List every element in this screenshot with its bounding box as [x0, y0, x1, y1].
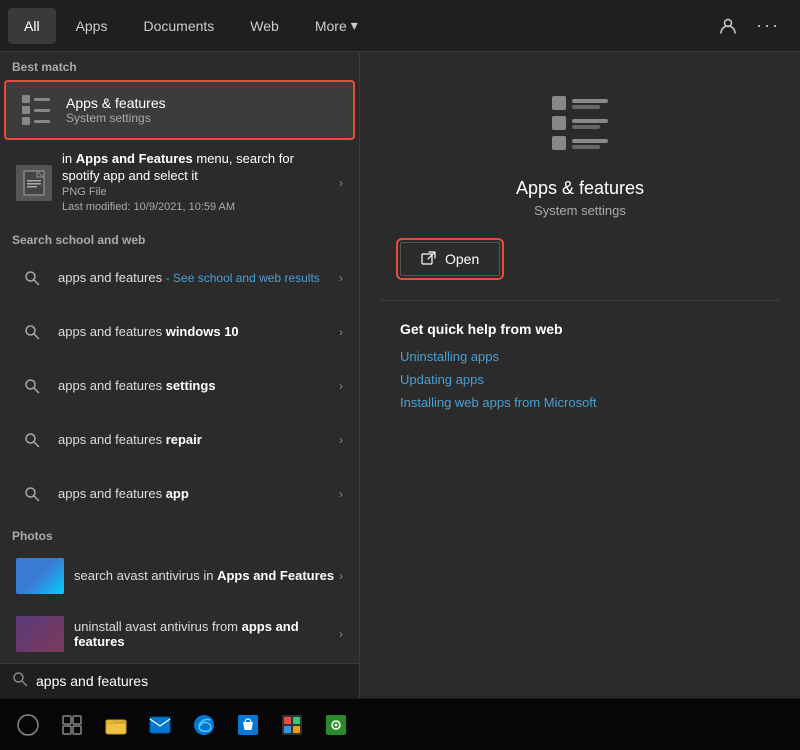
search-result-text-3: apps and features repair [58, 432, 335, 447]
tab-all[interactable]: All [8, 8, 56, 44]
best-match-label: Best match [0, 52, 359, 78]
app-type-large: System settings [534, 203, 626, 218]
chevron-right-icon: › [339, 271, 343, 285]
chevron-down-icon: ▾ [351, 17, 358, 34]
search-bar-icon [12, 671, 28, 690]
file-result-type: PNG File [62, 185, 335, 200]
open-icon [421, 251, 437, 267]
search-result-text-4: apps and features app [58, 486, 335, 501]
search-result-text-0: apps and features - See school and web r… [58, 270, 335, 285]
search-input[interactable] [36, 673, 347, 689]
user-icon-btn[interactable] [712, 10, 744, 42]
tab-more[interactable]: More ▾ [299, 8, 374, 44]
ellipsis-icon: ··· [756, 15, 780, 36]
chevron-right-icon: › [339, 487, 343, 501]
app-name-large: Apps & features [516, 178, 644, 199]
best-match-subtitle: System settings [66, 111, 166, 125]
best-match-text: Apps & features System settings [66, 95, 166, 125]
search-school-web-label: Search school and web [0, 225, 359, 251]
search-icon [16, 478, 48, 510]
search-icon [16, 370, 48, 402]
quick-help-link-0[interactable]: Uninstalling apps [400, 349, 760, 364]
file-result-modified: Last modified: 10/9/2021, 10:59 AM [62, 200, 335, 215]
taskbar-edge-icon[interactable] [184, 705, 224, 745]
nav-tabs: All Apps Documents Web More ▾ ··· [0, 0, 800, 52]
photos-item-0[interactable]: search avast antivirus in Apps and Featu… [4, 548, 355, 604]
taskbar-store-icon[interactable] [228, 705, 268, 745]
search-icon [16, 262, 48, 294]
taskbar [0, 698, 800, 750]
taskbar-search-icon[interactable] [8, 705, 48, 745]
taskbar-taskview-icon[interactable] [52, 705, 92, 745]
app-icon-large [540, 82, 620, 162]
search-result-text-1: apps and features windows 10 [58, 324, 335, 339]
chevron-right-icon: › [339, 627, 343, 641]
right-panel: Apps & features System settings Open Get… [360, 52, 800, 698]
file-result-title: in Apps and Features menu, search for sp… [62, 151, 335, 185]
quick-help-section: Get quick help from web Uninstalling app… [380, 321, 780, 418]
taskbar-colorpicker-icon[interactable] [272, 705, 312, 745]
chevron-right-icon: › [339, 569, 343, 583]
left-panel: Best match [0, 52, 360, 698]
start-menu: All Apps Documents Web More ▾ ··· [0, 0, 800, 698]
user-icon [719, 17, 737, 35]
photos-text-1: uninstall avast antivirus from apps and … [74, 619, 335, 649]
tab-documents[interactable]: Documents [127, 8, 230, 44]
chevron-right-icon: › [339, 379, 343, 393]
search-icon [16, 316, 48, 348]
search-bar [0, 663, 359, 698]
quick-help-title: Get quick help from web [400, 321, 760, 337]
search-icon [16, 424, 48, 456]
nav-tabs-right: ··· [712, 10, 792, 42]
divider [380, 300, 780, 301]
taskbar-settings-icon[interactable] [316, 705, 356, 745]
search-result-item-4[interactable]: apps and features app › [4, 468, 355, 520]
search-result-item-1[interactable]: apps and features windows 10 › [4, 306, 355, 358]
best-match-item[interactable]: Apps & features System settings [4, 80, 355, 140]
file-result-item[interactable]: in Apps and Features menu, search for sp… [4, 143, 355, 224]
search-result-item-3[interactable]: apps and features repair › [4, 414, 355, 466]
tab-web[interactable]: Web [234, 8, 295, 44]
best-match-title: Apps & features [66, 95, 166, 111]
apps-features-icon [18, 92, 54, 128]
quick-help-link-1[interactable]: Updating apps [400, 372, 760, 387]
taskbar-explorer-icon[interactable] [96, 705, 136, 745]
content-area: Best match [0, 52, 800, 698]
photo-thumbnail-0 [16, 558, 64, 594]
chevron-right-icon: › [339, 176, 343, 190]
photos-text-0: search avast antivirus in Apps and Featu… [74, 568, 335, 583]
photo-thumbnail-1 [16, 616, 64, 652]
more-options-btn[interactable]: ··· [752, 10, 784, 42]
tab-apps[interactable]: Apps [60, 8, 124, 44]
search-result-item-2[interactable]: apps and features settings › [4, 360, 355, 412]
taskbar-mail-icon[interactable] [140, 705, 180, 745]
chevron-right-icon: › [339, 433, 343, 447]
search-result-text-2: apps and features settings [58, 378, 335, 393]
nav-tabs-left: All Apps Documents Web More ▾ [8, 8, 374, 44]
file-icon [16, 165, 52, 201]
search-result-item-0[interactable]: apps and features - See school and web r… [4, 252, 355, 304]
photos-item-1[interactable]: uninstall avast antivirus from apps and … [4, 606, 355, 662]
chevron-right-icon: › [339, 325, 343, 339]
photos-section-label: Photos [0, 521, 359, 547]
open-button[interactable]: Open [400, 242, 500, 276]
open-button-container: Open [380, 242, 780, 276]
quick-help-link-2[interactable]: Installing web apps from Microsoft [400, 395, 760, 410]
file-result-text: in Apps and Features menu, search for sp… [62, 151, 335, 216]
